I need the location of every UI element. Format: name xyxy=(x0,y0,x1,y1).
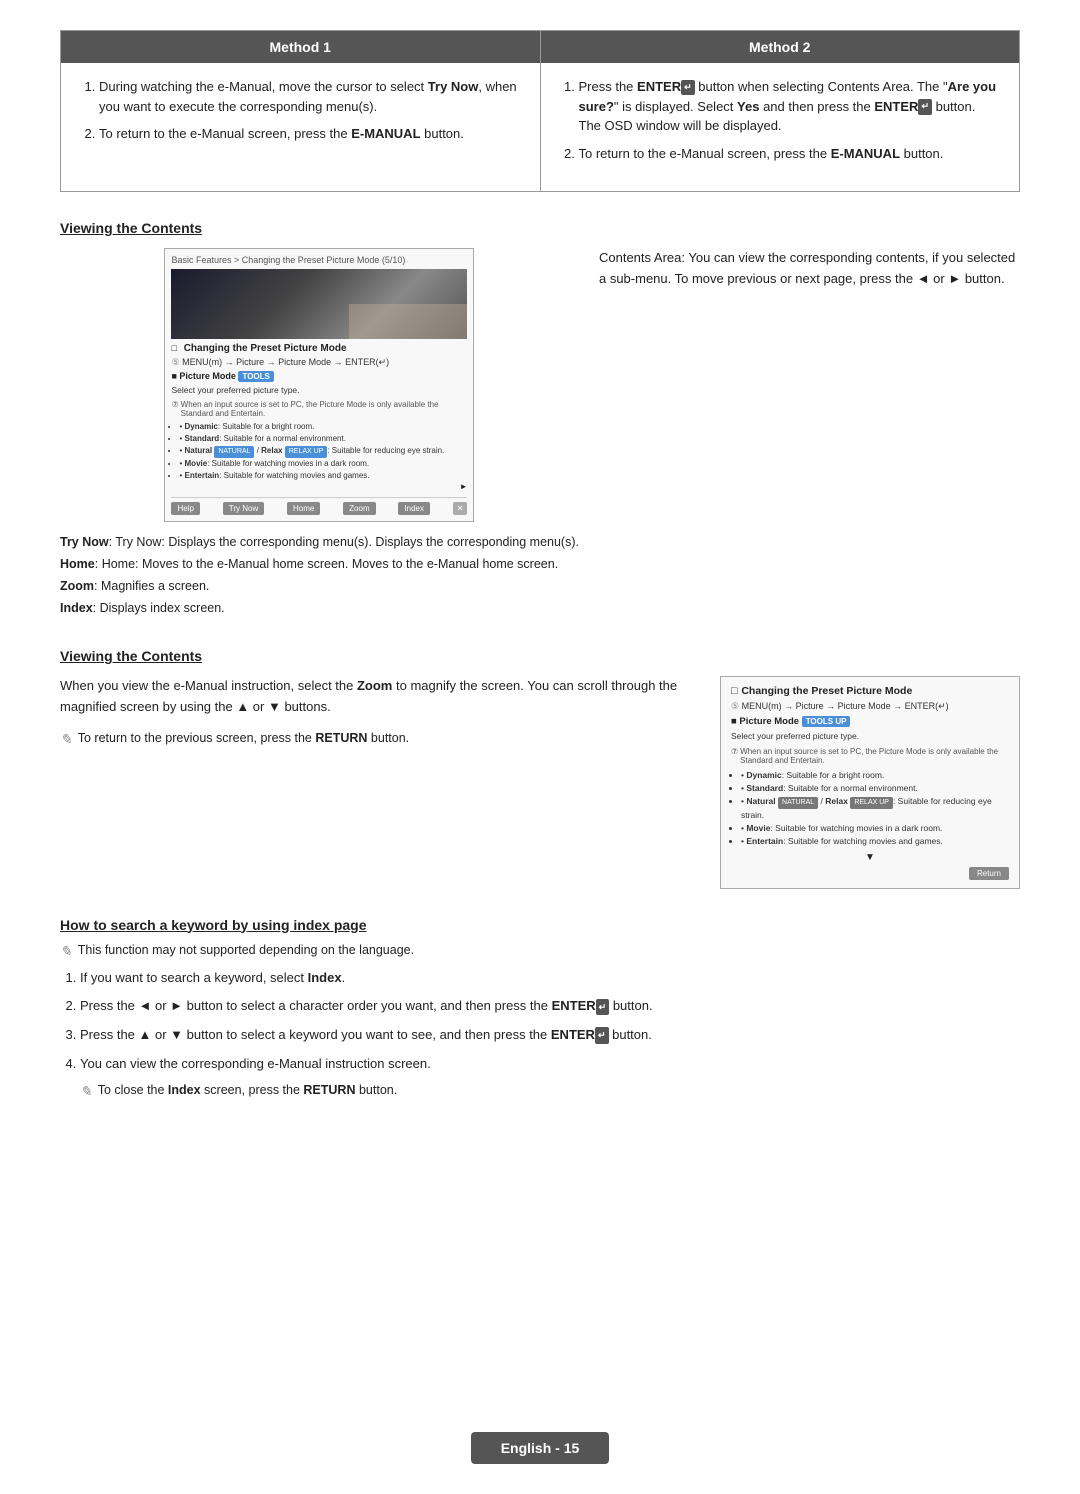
right-panel-list: • Dynamic: Suitable for a bright room. •… xyxy=(741,769,1009,847)
index-step-1: If you want to search a keyword, select … xyxy=(80,968,1020,989)
method2-title: Method 2 xyxy=(541,31,1020,63)
index-step-2: Press the ◄ or ► button to select a char… xyxy=(80,996,1020,1017)
screenshot-list: • Dynamic: Suitable for a bright room. •… xyxy=(179,421,467,483)
try-now-btn: Try Now xyxy=(223,502,264,515)
screenshot-title: □ Changing the Preset Picture Mode xyxy=(171,343,467,354)
right-panel-mode: ■ Picture Mode TOOLS UP xyxy=(731,716,1009,727)
viewing-contents-2-section: Viewing the Contents When you view the e… xyxy=(60,648,1020,888)
index-section: How to search a keyword by using index p… xyxy=(60,917,1020,1100)
help-btn: Help xyxy=(171,502,199,515)
right-panel-menu: ⑤ MENU(m) → Picture → Picture Mode → ENT… xyxy=(731,701,1009,712)
return-btn: Return xyxy=(969,867,1009,880)
down-arrow: ▼ xyxy=(731,852,1009,863)
right-panel-box: □ Changing the Preset Picture Mode ⑤ MEN… xyxy=(720,676,1020,888)
index-step-3: Press the ▲ or ▼ button to select a keyw… xyxy=(80,1025,1020,1046)
footer-badge: English - 15 xyxy=(471,1432,610,1464)
viewing-contents-1-layout: Basic Features > Changing the Preset Pic… xyxy=(60,248,1020,620)
left-text-col: When you view the e-Manual instruction, … xyxy=(60,676,700,750)
right-panel-title: □ Changing the Preset Picture Mode xyxy=(731,685,1009,697)
right-panel-body: Select your preferred picture type. xyxy=(731,731,1009,743)
screenshot-image xyxy=(171,269,467,339)
screenshot-mode-label: ■ Picture Mode TOOLS xyxy=(171,371,467,382)
method1-step2: To return to the e-Manual screen, press … xyxy=(99,124,520,144)
footer: English - 15 xyxy=(0,1432,1080,1464)
screenshot-bottom-bar: Help Try Now Home Zoom Index ✕ xyxy=(171,497,467,515)
screenshot-menu-path: ⑤ MENU(m) → Picture → Picture Mode → ENT… xyxy=(171,357,467,368)
index-section-title: How to search a keyword by using index p… xyxy=(60,917,1020,933)
index-steps: If you want to search a keyword, select … xyxy=(80,968,1020,1075)
method1-step1: During watching the e-Manual, move the c… xyxy=(99,77,520,116)
viewing-contents-2-layout: When you view the e-Manual instruction, … xyxy=(60,676,1020,888)
viewing2-intro: When you view the e-Manual instruction, … xyxy=(60,676,700,718)
screenshot-area: Basic Features > Changing the Preset Pic… xyxy=(60,248,579,620)
viewing-contents-1-title: Viewing the Contents xyxy=(60,220,1020,236)
index-note: ✎ This function may not supported depend… xyxy=(60,943,1020,960)
viewing-contents-2-title: Viewing the Contents xyxy=(60,648,1020,664)
viewing-contents-1-section: Viewing the Contents Basic Features > Ch… xyxy=(60,220,1020,620)
index-btn: Index xyxy=(398,502,430,515)
method1-steps: During watching the e-Manual, move the c… xyxy=(99,77,520,144)
breadcrumb: Basic Features > Changing the Preset Pic… xyxy=(171,255,467,265)
screenshot-caption: Try Now: Try Now: Displays the correspon… xyxy=(60,532,579,620)
close-btn: ✕ xyxy=(453,502,468,515)
index-sub-note: ✎ To close the Index screen, press the R… xyxy=(80,1083,1020,1100)
method2-col: Method 2 Press the ENTER↵ button when se… xyxy=(541,31,1020,191)
method1-col: Method 1 During watching the e-Manual, m… xyxy=(61,31,541,191)
note-pen-icon: ✎ xyxy=(60,728,72,750)
index-step-4: You can view the corresponding e-Manual … xyxy=(80,1054,1020,1075)
methods-header: Method 1 During watching the e-Manual, m… xyxy=(60,30,1020,192)
right-panel-badge: TOOLS UP xyxy=(802,716,851,727)
zoom-btn: Zoom xyxy=(343,502,375,515)
index-note-icon: ✎ xyxy=(60,943,72,960)
contents-description: Contents Area: You can view the correspo… xyxy=(599,248,1020,290)
screenshot-box: Basic Features > Changing the Preset Pic… xyxy=(164,248,474,522)
viewing2-note: ✎ To return to the previous screen, pres… xyxy=(60,728,700,750)
index-subnote-icon: ✎ xyxy=(80,1083,92,1100)
method2-step2: To return to the e-Manual screen, press … xyxy=(579,144,1000,164)
method2-step1: Press the ENTER↵ button when selecting C… xyxy=(579,77,1000,136)
mode-badge: TOOLS xyxy=(238,371,273,382)
home-btn: Home xyxy=(287,502,320,515)
screenshot-body-text: Select your preferred picture type. xyxy=(171,385,467,397)
method1-title: Method 1 xyxy=(61,31,540,63)
method2-steps: Press the ENTER↵ button when selecting C… xyxy=(579,77,1000,163)
